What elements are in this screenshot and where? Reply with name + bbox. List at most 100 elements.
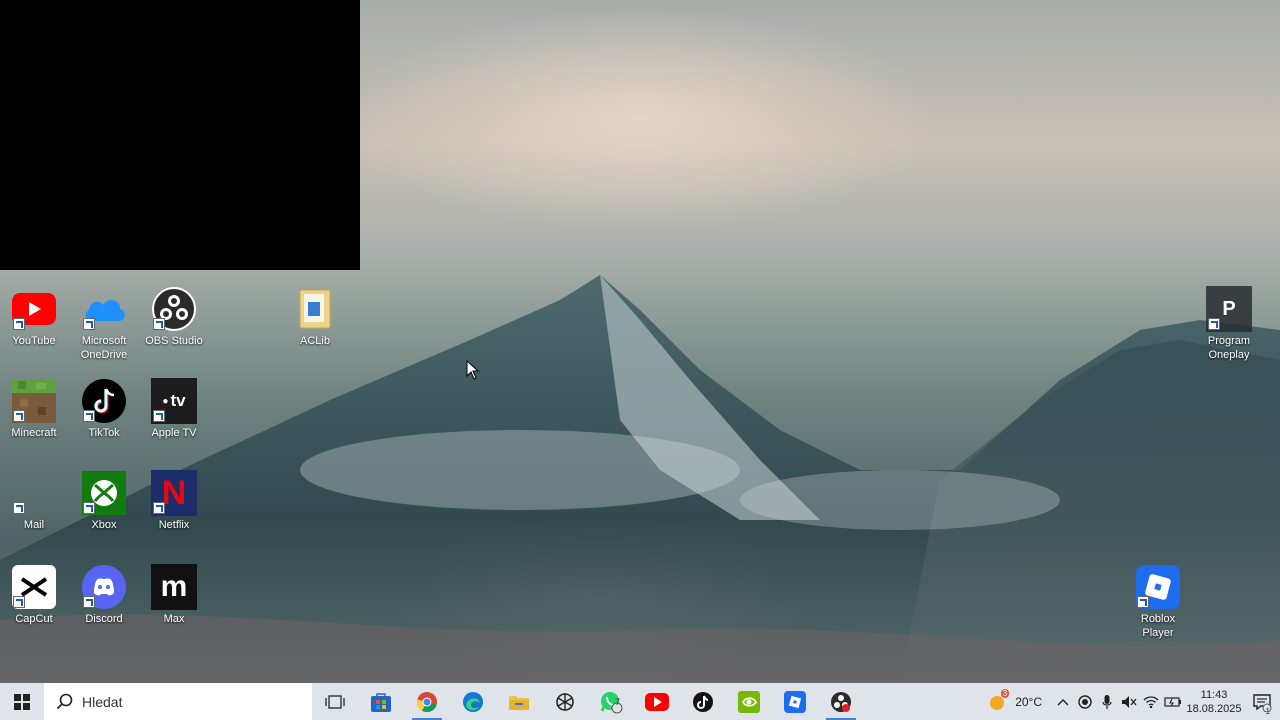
desktop-icon-minecraft[interactable]: Minecraft <box>1 378 67 440</box>
desktop-icon-label: Apple TV <box>151 427 197 439</box>
clock-time: 11:43 <box>1200 688 1228 701</box>
desktop-icon-label: Minecraft <box>11 427 57 439</box>
record-icon <box>1078 694 1092 709</box>
search-icon <box>56 693 73 709</box>
roblox-icon <box>784 690 806 713</box>
taskbar-app-file-explorer[interactable] <box>496 683 542 720</box>
taskbar-clock[interactable]: 11:43 18.08.2025 <box>1184 688 1244 716</box>
mouse-cursor-icon <box>466 360 480 380</box>
taskbar-app-whatsapp[interactable]: 7 <box>588 683 634 720</box>
desktop-icon-program-oneplay[interactable]: P Program Oneplay <box>1196 286 1262 362</box>
shortcut-arrow-icon <box>13 410 25 422</box>
shortcut-arrow-icon <box>153 502 165 514</box>
desktop-icon-label: Netflix <box>158 519 190 531</box>
obs-icon <box>151 286 197 332</box>
taskbar-search-box[interactable]: Hledat <box>44 683 312 720</box>
wifi-icon <box>1143 695 1159 708</box>
weather-widget[interactable]: 3 <box>985 683 1010 720</box>
weather-temperature[interactable]: 20°C <box>1015 695 1042 709</box>
taskbar-app-edge[interactable] <box>450 683 496 720</box>
windows-logo-icon <box>14 693 30 710</box>
taskbar-app-nvidia[interactable] <box>726 683 772 720</box>
tiktok-icon <box>693 691 713 712</box>
chrome-icon <box>416 691 437 712</box>
taskbar-app-chatgpt[interactable] <box>542 683 588 720</box>
desktop-icon-label: Max <box>163 613 185 625</box>
tray-microphone-button[interactable] <box>1096 683 1118 720</box>
desktop-icon-obs-studio[interactable]: OBS Studio <box>141 286 207 348</box>
desktop-icon-tiktok[interactable]: TikTok <box>71 378 137 440</box>
tiktok-icon <box>81 378 127 424</box>
desktop-icon-label: Mail <box>23 519 45 531</box>
clock-date: 18.08.2025 <box>1186 702 1242 715</box>
desktop-icon-roblox-player[interactable]: Roblox Player <box>1125 564 1191 640</box>
desktop-icon-discord[interactable]: Discord <box>71 564 137 626</box>
desktop-icon-onedrive[interactable]: Microsoft OneDrive <box>71 286 137 362</box>
shortcut-arrow-icon <box>153 410 165 422</box>
tray-volume-button[interactable] <box>1118 683 1140 720</box>
notification-count: 1 <box>1265 707 1270 716</box>
desktop-icon-label: TikTok <box>88 427 120 439</box>
system-tray: 3 20°C 11:43 18.08.2025 1 <box>985 683 1280 720</box>
desktop-icon-label: Roblox Player <box>1140 613 1176 639</box>
shortcut-arrow-icon <box>83 410 95 422</box>
desktop-icon-label: ACLib <box>300 335 330 347</box>
desktop-icon-label: Program Oneplay <box>1207 335 1251 361</box>
desktop-icon-youtube[interactable]: YouTube <box>1 286 67 348</box>
taskbar-app-roblox[interactable] <box>772 683 818 720</box>
minecraft-icon <box>11 378 57 424</box>
edge-icon <box>463 691 483 712</box>
desktop-icon-xbox[interactable]: Xbox <box>71 470 137 532</box>
shortcut-arrow-icon <box>13 502 25 514</box>
onedrive-cloud-icon <box>81 286 127 332</box>
desktop-icon-label: Discord <box>85 613 123 625</box>
discord-icon <box>81 564 127 610</box>
tray-battery-button[interactable] <box>1162 683 1184 720</box>
desktop-icon-label: YouTube <box>12 335 56 347</box>
youtube-icon <box>645 692 669 711</box>
taskbar-app-youtube[interactable] <box>634 683 680 720</box>
netflix-glyph: N <box>161 473 187 512</box>
taskbar-app-microsoft-store[interactable] <box>358 683 404 720</box>
taskbar-app-chrome[interactable] <box>404 683 450 720</box>
taskbar: Hledat 7 3 20°C 11:43 18.08.2025 1 <box>0 683 1280 720</box>
youtube-icon <box>11 286 57 332</box>
roblox-icon <box>1135 564 1181 610</box>
desktop-icon-label: Microsoft OneDrive <box>80 335 128 361</box>
start-button[interactable] <box>0 683 44 720</box>
action-center-button[interactable]: 1 <box>1244 683 1280 720</box>
desktop-icon-apple-tv[interactable]: ● tv Apple TV <box>141 378 207 440</box>
shortcut-arrow-icon <box>153 318 165 330</box>
shortcut-arrow-icon <box>13 318 25 330</box>
obs-icon <box>831 691 851 712</box>
taskbar-app-task-view[interactable] <box>312 683 358 720</box>
shortcut-arrow-icon <box>1137 596 1149 608</box>
search-placeholder: Hledat <box>82 693 123 710</box>
tray-record-icon-button[interactable] <box>1074 683 1096 720</box>
desktop-icon-aclib-folder[interactable]: ACLib <box>282 286 348 348</box>
shortcut-arrow-icon <box>83 596 95 608</box>
tray-network-button[interactable] <box>1140 683 1162 720</box>
max-icon: m <box>151 564 197 610</box>
chatgpt-icon <box>556 692 574 711</box>
apple-tv-glyph: tv <box>170 391 186 410</box>
volume-muted-icon <box>1122 695 1137 708</box>
taskbar-app-obs[interactable] <box>818 683 864 720</box>
shortcut-arrow-icon <box>1208 318 1220 330</box>
desktop-icon-label: CapCut <box>15 613 53 625</box>
desktop-icon-mail[interactable]: Mail <box>1 470 67 532</box>
desktop-icon-netflix[interactable]: N Netflix <box>141 470 207 532</box>
show-hidden-icons-button[interactable] <box>1052 683 1074 720</box>
netflix-icon: N <box>151 470 197 516</box>
battery-charging-icon <box>1164 696 1181 707</box>
microphone-icon <box>1102 694 1112 709</box>
max-glyph: m <box>160 570 188 603</box>
taskbar-app-tiktok[interactable] <box>680 683 726 720</box>
desktop-icon-capcut[interactable]: CapCut <box>1 564 67 626</box>
black-overlay-region <box>0 0 360 270</box>
capcut-icon <box>11 564 57 610</box>
microsoft-store-icon <box>371 692 391 712</box>
shortcut-arrow-icon <box>13 596 25 608</box>
desktop-icon-max[interactable]: m Max <box>141 564 207 626</box>
chevron-up-icon <box>1057 698 1069 705</box>
